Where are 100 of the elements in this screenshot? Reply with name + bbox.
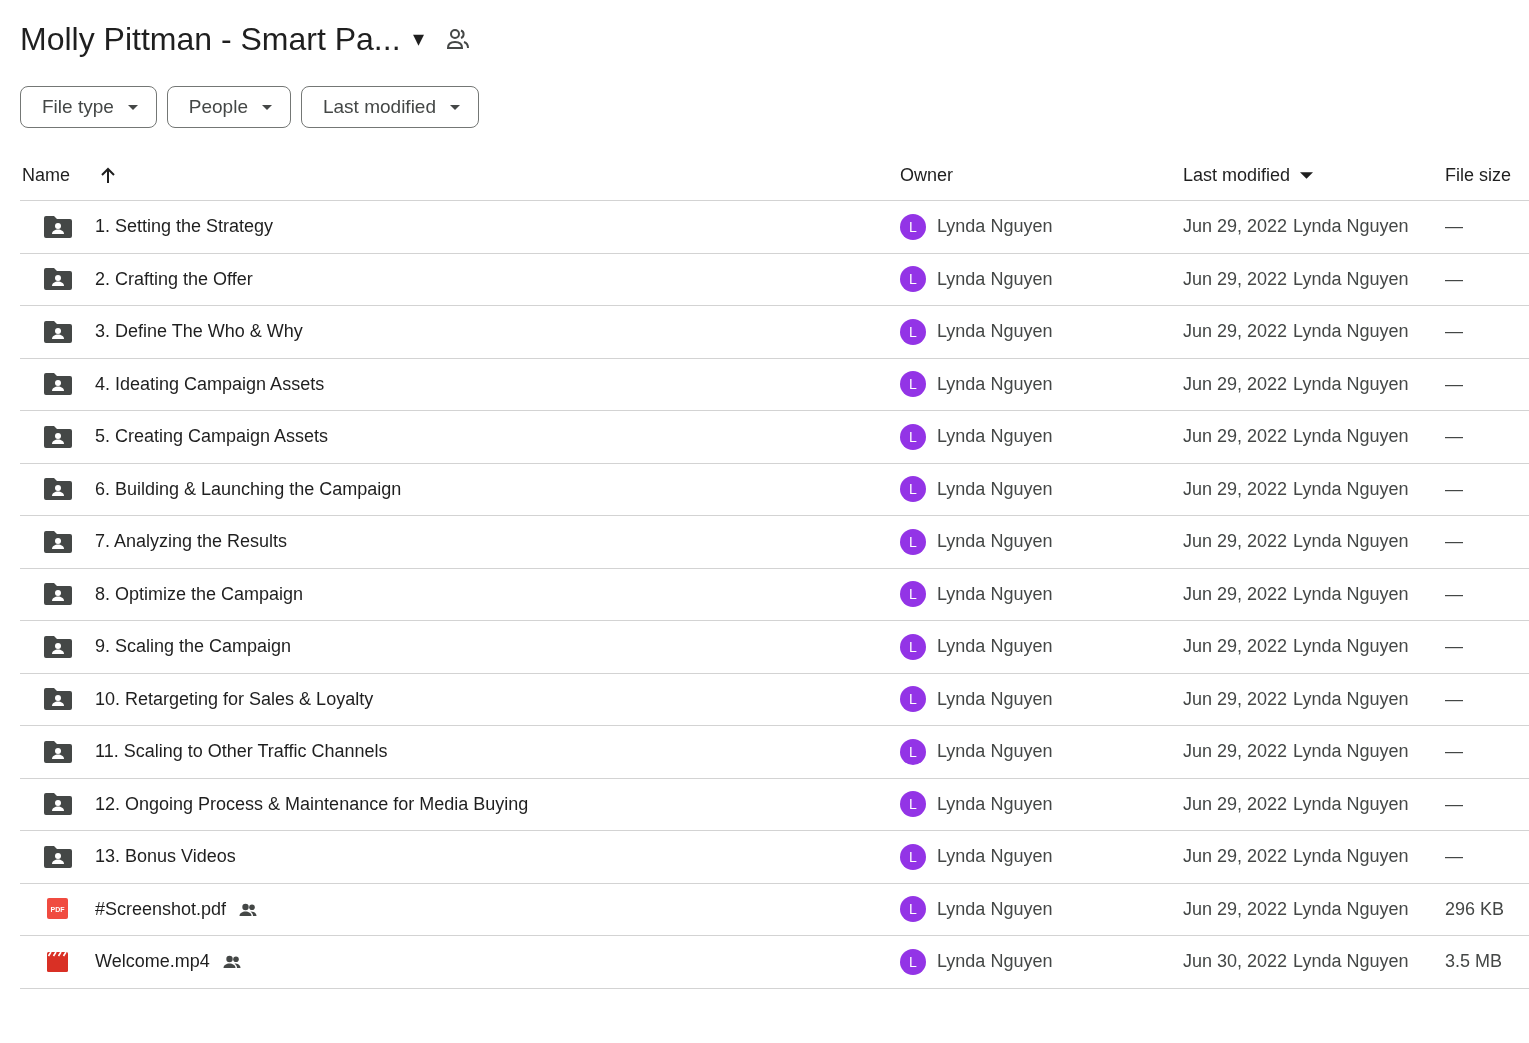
modified-date: Jun 29, 2022 [1183,373,1288,395]
owner-name: Lynda Nguyen [937,321,1053,343]
modified-by: Lynda Nguyen [1293,531,1409,553]
owner-name: Lynda Nguyen [937,216,1053,238]
shared-folder-icon [44,739,72,764]
owner-name: Lynda Nguyen [937,951,1053,973]
sort-caret-icon [1300,171,1314,179]
file-size: — [1445,688,1463,709]
owner-name: Lynda Nguyen [937,793,1053,815]
owner-avatar: L [900,423,926,450]
owner-name: Lynda Nguyen [937,846,1053,868]
file-size: — [1445,216,1463,237]
file-size: 296 KB [1445,898,1505,919]
file-size: — [1445,373,1463,394]
modified-date: Jun 29, 2022 [1183,216,1288,238]
file-size: — [1445,268,1463,289]
file-size: — [1445,793,1463,814]
shared-folder-icon [44,319,72,344]
owner-avatar: L [900,843,926,870]
column-header[interactable]: Owner [900,164,953,186]
caret-icon [127,104,138,110]
caret-icon [450,104,460,110]
file-name[interactable]: 3. Define The Who & Why [95,321,303,343]
owner-avatar: L [900,528,926,555]
modified-by: Lynda Nguyen [1293,951,1409,973]
owner-avatar: L [900,318,926,345]
modified-by: Lynda Nguyen [1293,478,1409,500]
modified-date: Jun 30, 2022 [1183,951,1288,973]
share-people-icon [445,28,470,50]
owner-avatar: L [900,266,926,293]
owner-name: Lynda Nguyen [937,426,1053,448]
file-name[interactable]: 13. Bonus Videos [95,846,236,868]
file-name[interactable]: 12. Ongoing Process & Maintenance for Media Buying [95,793,529,815]
file-name[interactable]: 2. Crafting the Offer [95,268,253,290]
file-name[interactable]: 6. Building & Launching the Campaign [95,478,402,500]
file-name[interactable]: 4. Ideating Campaign Assets [95,373,325,395]
owner-avatar: L [900,896,926,923]
modified-by: Lynda Nguyen [1293,793,1409,815]
owner-name: Lynda Nguyen [937,636,1053,658]
modified-date: Jun 29, 2022 [1183,321,1288,343]
file-size: — [1445,478,1463,499]
filter-chip[interactable]: Last modified [301,86,479,128]
modified-date: Jun 29, 2022 [1183,688,1288,710]
owner-avatar: L [900,371,926,398]
file-name[interactable]: 10. Retargeting for Sales & Loyalty [95,688,374,710]
column-header[interactable]: File size [1445,164,1511,186]
owner-name: Lynda Nguyen [937,898,1053,920]
modified-by: Lynda Nguyen [1293,846,1409,868]
folder-title: Molly Pittman - Smart Pa... [20,20,401,58]
file-size: — [1445,426,1463,447]
column-header[interactable]: Last modified [1183,164,1291,186]
file-size: — [1445,846,1463,867]
modified-date: Jun 29, 2022 [1183,426,1288,448]
modified-date: Jun 29, 2022 [1183,268,1288,290]
owner-avatar: L [900,948,926,975]
modified-date: Jun 29, 2022 [1183,846,1288,868]
shared-folder-icon [44,792,72,817]
owner-avatar: L [900,476,926,503]
filter-chip[interactable]: People [166,86,291,128]
file-size: — [1445,636,1463,657]
modified-by: Lynda Nguyen [1293,741,1409,763]
owner-avatar: L [900,791,926,818]
owner-avatar: L [900,213,926,240]
file-name[interactable]: 1. Setting the Strategy [95,216,274,238]
owner-name: Lynda Nguyen [937,583,1053,605]
file-name[interactable]: 11. Scaling to Other Traffic Channels [95,741,388,763]
column-header[interactable]: Name [22,164,70,186]
owner-name: Lynda Nguyen [937,531,1053,553]
modified-date: Jun 29, 2022 [1183,583,1288,605]
file-size: — [1445,321,1463,342]
file-name[interactable]: Welcome.mp4 [95,951,210,973]
file-size: 3.5 MB [1445,951,1503,972]
shared-folder-icon [44,267,72,292]
shared-folder-icon [44,687,72,712]
modified-by: Lynda Nguyen [1293,426,1409,448]
modified-date: Jun 29, 2022 [1183,741,1288,763]
owner-avatar: L [900,686,926,713]
shared-folder-icon [44,214,72,239]
owner-name: Lynda Nguyen [937,741,1053,763]
file-size: — [1445,531,1463,552]
file-name[interactable]: #Screenshot.pdf [95,898,227,920]
owner-avatar: L [900,633,926,660]
filter-chip[interactable]: File type [20,86,157,128]
modified-by: Lynda Nguyen [1293,216,1409,238]
modified-date: Jun 29, 2022 [1183,478,1288,500]
sort-arrow-icon [100,166,116,184]
modified-by: Lynda Nguyen [1293,268,1409,290]
modified-by: Lynda Nguyen [1293,373,1409,395]
file-name[interactable]: 7. Analyzing the Results [95,531,288,553]
file-name[interactable]: 8. Optimize the Campaign [95,583,304,605]
owner-name: Lynda Nguyen [937,478,1053,500]
file-name[interactable]: 5. Creating Campaign Assets [95,426,329,448]
title-dropdown[interactable]: ▾ [410,26,436,52]
shared-folder-icon [44,477,72,502]
modified-by: Lynda Nguyen [1293,898,1409,920]
modified-date: Jun 29, 2022 [1183,898,1288,920]
file-name[interactable]: 9. Scaling the Campaign [95,636,292,658]
modified-by: Lynda Nguyen [1293,583,1409,605]
shared-folder-icon [44,529,72,554]
modified-date: Jun 29, 2022 [1183,531,1288,553]
